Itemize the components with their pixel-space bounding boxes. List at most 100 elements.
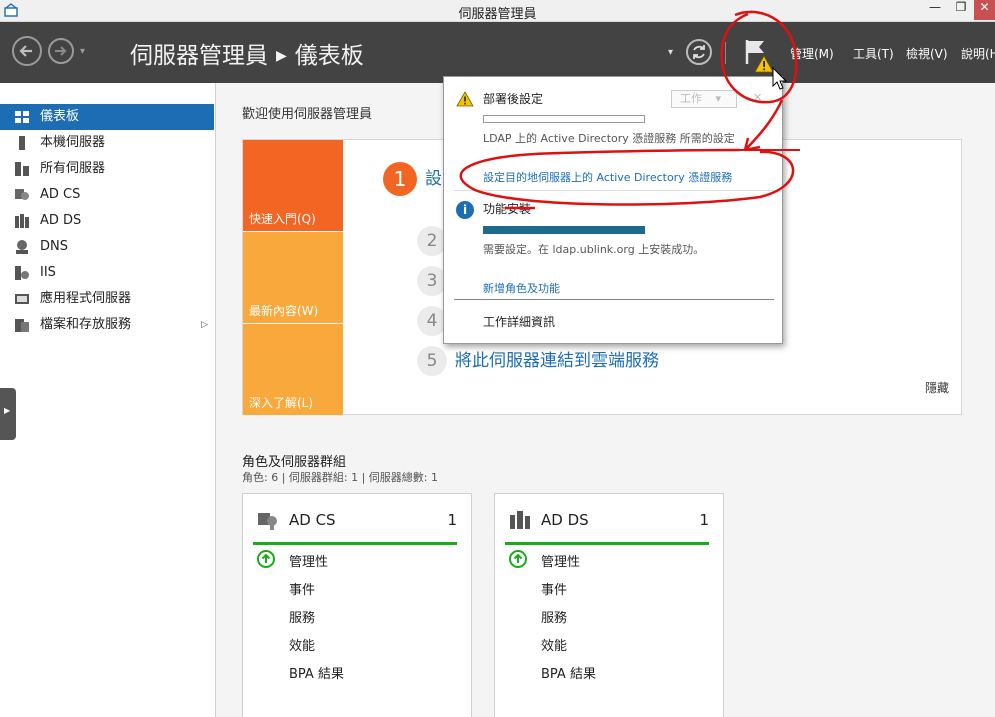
certificate-icon xyxy=(15,189,29,200)
directory-icon xyxy=(510,511,530,529)
file-storage-icon xyxy=(15,319,29,332)
tile-learn-more[interactable]: 深入了解(L) xyxy=(243,324,343,415)
tile-label: 最新內容(W) xyxy=(249,304,319,318)
roles-summary: 角色: 6 | 伺服器群組: 1 | 伺服器總數: 1 xyxy=(242,471,439,484)
hide-link[interactable]: 隱藏 xyxy=(925,379,949,396)
card-count: 1 xyxy=(699,511,709,529)
up-arrow-icon xyxy=(509,550,527,568)
role-card-ad-ds[interactable]: AD DS 1 管理性 事件 服務 效能 BPA 結果 xyxy=(494,493,724,717)
sidebar-collapse-tab[interactable]: ▶ xyxy=(0,388,16,440)
card-row-events[interactable]: 事件 xyxy=(541,579,567,598)
step-number: 1 xyxy=(383,162,417,196)
close-icon[interactable]: ✕ xyxy=(753,91,762,104)
window-titlebar: 伺服器管理員 — ❐ ✕ xyxy=(0,0,995,22)
dns-icon xyxy=(16,240,28,254)
task-title-feature-install: 功能安裝 xyxy=(483,202,532,216)
card-row-manageability[interactable]: 管理性 xyxy=(289,551,328,570)
tile-quick-start[interactable]: 快速入門(Q) xyxy=(243,140,343,231)
info-icon: i xyxy=(456,201,474,219)
task-button-label: 工作 xyxy=(680,92,702,105)
divider xyxy=(454,190,774,191)
forward-button[interactable] xyxy=(48,38,74,64)
role-card-ad-cs[interactable]: AD CS 1 管理性 事件 服務 效能 BPA 結果 xyxy=(242,493,472,717)
chevron-down-icon: ▾ xyxy=(715,92,722,105)
forward-icon xyxy=(55,46,67,56)
notifications-button[interactable] xyxy=(742,36,778,76)
menu-view[interactable]: 檢視(V) xyxy=(906,45,948,62)
sidebar-item-label: AD CS xyxy=(40,187,81,202)
sidebar-item-ad-ds[interactable]: AD DS xyxy=(0,208,214,234)
tile-label: 快速入門(Q) xyxy=(249,212,316,226)
warning-icon xyxy=(456,91,474,107)
progress-bar-feature-install xyxy=(483,226,645,234)
card-row-manageability[interactable]: 管理性 xyxy=(541,551,580,570)
card-row-events[interactable]: 事件 xyxy=(289,579,315,598)
progress-bar-post-deploy xyxy=(483,115,645,123)
window-title: 伺服器管理員 xyxy=(458,7,537,22)
task-details-link[interactable]: 工作詳細資訊 xyxy=(483,313,555,330)
status-bar xyxy=(253,542,457,545)
sidebar-item-iis[interactable]: IIS xyxy=(0,260,214,286)
chevron-right-icon: ▶ xyxy=(4,406,11,415)
step-5[interactable]: 5 將此伺服器連結到雲端服務 xyxy=(417,346,659,376)
sidebar-item-label: DNS xyxy=(40,239,68,254)
close-button[interactable]: ✕ xyxy=(974,0,995,20)
sidebar-item-app-server[interactable]: 應用程式伺服器 xyxy=(0,286,214,312)
menu-tools[interactable]: 工具(T) xyxy=(853,45,894,62)
sidebar-item-label: 檔案和存放服務 xyxy=(40,317,132,332)
sidebar-item-label: 儀表板 xyxy=(40,109,80,124)
notifications-flyout: 部署後設定 工作 ▾ ✕ LDAP 上的 Active Directory 憑證… xyxy=(443,76,783,344)
divider xyxy=(454,299,774,300)
sidebar-item-label: 應用程式伺服器 xyxy=(40,291,132,306)
servers-icon xyxy=(15,162,29,176)
roles-heading: 角色及伺服器群組 xyxy=(242,455,347,470)
refresh-button[interactable] xyxy=(686,39,712,65)
dashboard-icon xyxy=(15,111,29,123)
breadcrumb-current: 儀表板 xyxy=(294,43,364,69)
card-row-services[interactable]: 服務 xyxy=(289,607,315,626)
card-row-services[interactable]: 服務 xyxy=(541,607,567,626)
card-row-performance[interactable]: 效能 xyxy=(289,635,315,654)
card-row-bpa[interactable]: BPA 結果 xyxy=(541,663,596,682)
card-title: AD CS xyxy=(289,511,336,529)
card-title: AD DS xyxy=(541,511,589,529)
card-row-performance[interactable]: 效能 xyxy=(541,635,567,654)
menu-manage[interactable]: 管理(M) xyxy=(790,45,834,62)
step-1[interactable]: 1設 xyxy=(383,162,442,196)
sidebar-item-file-storage[interactable]: 檔案和存放服務 ▷ xyxy=(0,312,214,338)
breadcrumb-root[interactable]: 伺服器管理員 xyxy=(130,43,268,69)
sidebar-item-ad-cs[interactable]: AD CS xyxy=(0,182,214,208)
directory-icon xyxy=(15,214,29,228)
app-header: ▾ 伺服器管理員 ▶ 儀表板 ▾ 管理(M) 工具(T) 檢視(V) 說明(H) xyxy=(0,22,995,83)
menu-help[interactable]: 說明(H) xyxy=(961,45,995,62)
server-icon xyxy=(19,136,25,150)
warning-icon xyxy=(754,55,774,73)
welcome-heading: 歡迎使用伺服器管理員 xyxy=(242,107,373,122)
sidebar-item-label: IIS xyxy=(40,265,56,280)
task-description: 需要設定。在 ldap.ublink.org 上安裝成功。 xyxy=(483,243,705,256)
maximize-button[interactable]: ❐ xyxy=(948,0,974,20)
minimize-button[interactable]: — xyxy=(922,0,948,20)
expand-arrow-icon[interactable]: ▷ xyxy=(201,312,208,338)
add-roles-link[interactable]: 新增角色及功能 xyxy=(483,280,560,296)
breadcrumb-separator: ▶ xyxy=(276,48,287,64)
back-button[interactable] xyxy=(12,36,42,66)
header-divider xyxy=(725,42,726,64)
task-dropdown-button[interactable]: 工作 ▾ xyxy=(671,90,737,108)
card-count: 1 xyxy=(447,511,457,529)
tile-whats-new[interactable]: 最新內容(W) xyxy=(243,232,343,323)
header-caret[interactable]: ▾ xyxy=(668,47,673,58)
task-title-post-deploy: 部署後設定 xyxy=(483,92,544,106)
history-dropdown[interactable]: ▾ xyxy=(80,46,85,57)
app-server-icon xyxy=(15,294,29,304)
sidebar-item-local-server[interactable]: 本機伺服器 xyxy=(0,130,214,156)
sidebar-item-dashboard[interactable]: 儀表板 xyxy=(0,104,214,130)
sidebar-item-label: 本機伺服器 xyxy=(40,135,106,150)
step-text: 將此伺服器連結到雲端服務 xyxy=(455,351,659,371)
sidebar-item-all-servers[interactable]: 所有伺服器 xyxy=(0,156,214,182)
sidebar-item-dns[interactable]: DNS xyxy=(0,234,214,260)
sidebar-item-label: 所有伺服器 xyxy=(40,161,106,176)
configure-ad-cs-link[interactable]: 設定目的地伺服器上的 Active Directory 憑證服務 xyxy=(483,169,732,185)
task-description: LDAP 上的 Active Directory 憑證服務 所需的設定 xyxy=(483,132,735,145)
card-row-bpa[interactable]: BPA 結果 xyxy=(289,663,344,682)
